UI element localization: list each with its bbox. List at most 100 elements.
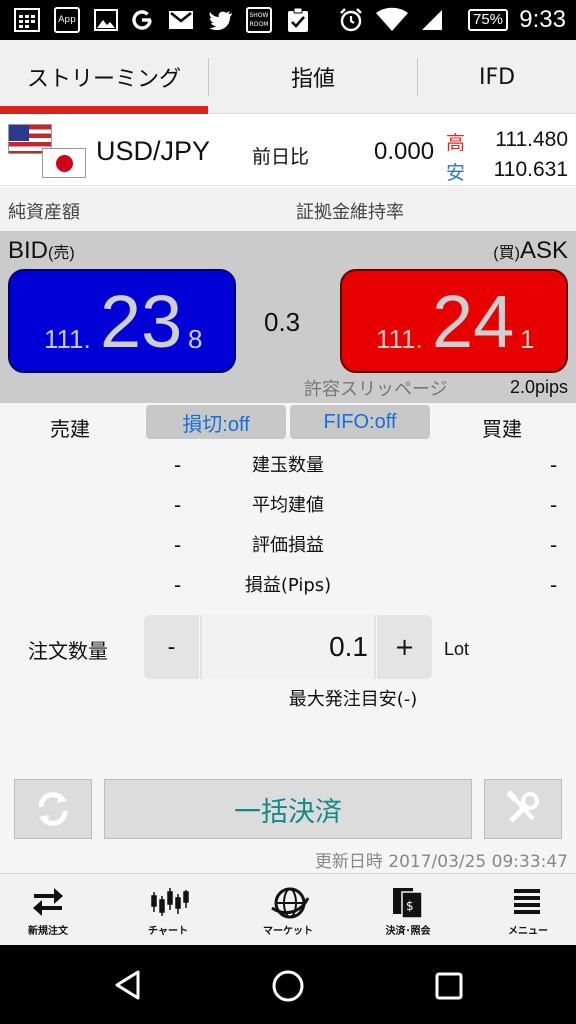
nav-label: メニュー xyxy=(508,926,548,937)
refresh-button[interactable] xyxy=(14,779,92,839)
buy-stat-value: - xyxy=(550,573,558,597)
nav-label: 新規注文 xyxy=(28,926,68,937)
stat-row: 損益(Pips) - - xyxy=(0,567,576,607)
high-label: 高 xyxy=(446,132,466,154)
tab-ifd[interactable]: IFD xyxy=(418,40,576,114)
globe-icon xyxy=(271,887,310,919)
tab-limit[interactable]: 指値 xyxy=(209,40,417,114)
alarm-icon xyxy=(338,7,364,33)
gmail-icon xyxy=(168,7,194,33)
max-order-estimate: 最大発注目安(-) xyxy=(288,689,418,710)
buy-stat-value: - xyxy=(550,533,558,557)
position-order-area: 売建 損切:off FIFO:off 買建 建玉数量 - - 平均建値 - - … xyxy=(0,403,576,873)
margin-ratio-label: 証拠金維持率 xyxy=(296,202,404,223)
tab-streaming[interactable]: ストリーミング xyxy=(0,40,208,114)
twitter-icon xyxy=(208,7,234,33)
slippage-value[interactable]: 2.0pips xyxy=(510,377,568,398)
settle-all-button[interactable]: 一括決済 xyxy=(104,779,472,839)
recent-apps-icon[interactable] xyxy=(434,971,464,1001)
stat-row: 建玉数量 - - xyxy=(0,447,576,487)
refresh-icon xyxy=(38,792,68,826)
nav-label: マーケット xyxy=(263,926,313,937)
sell-stat-value: - xyxy=(174,493,182,517)
tools-button[interactable] xyxy=(484,779,562,839)
stat-name: 評価損益 xyxy=(252,535,324,556)
quote-panel: BID(売) (買)ASK 111. 23 8 0.3 111. 24 1 許容… xyxy=(0,231,576,403)
stoploss-toggle[interactable]: 損切:off xyxy=(146,405,286,439)
sell-position-label: 売建 xyxy=(50,417,90,441)
stat-name: 建玉数量 xyxy=(252,455,324,476)
quantity-input[interactable]: 0.1 xyxy=(202,615,374,679)
showroom-icon: SHOW ROOM xyxy=(246,7,272,33)
battery-indicator: 75% xyxy=(468,9,508,31)
nav-label: 決済･照会 xyxy=(385,926,431,937)
back-icon[interactable] xyxy=(112,969,144,1001)
fifo-toggle[interactable]: FIFO:off xyxy=(290,405,430,439)
stat-name: 平均建値 xyxy=(252,495,324,516)
bid-rate-prefix: 111. xyxy=(44,324,91,354)
clock: 9:33 xyxy=(519,6,566,33)
quantity-increment-button[interactable]: + xyxy=(376,615,432,679)
prev-day-change-label: 前日比 xyxy=(252,146,310,168)
signal-icon xyxy=(420,7,444,33)
clipboard-check-icon xyxy=(286,7,310,33)
ask-rate-pips: 24 xyxy=(432,280,515,363)
bid-label: BID(売) xyxy=(8,237,75,264)
document-yen-icon: $ xyxy=(393,888,423,919)
wrench-screwdriver-icon xyxy=(506,790,539,823)
candlestick-icon xyxy=(151,888,189,916)
bid-rate-fraction: 8 xyxy=(188,324,203,354)
japan-flag-icon xyxy=(42,148,86,178)
asset-summary-row: 純資産額 証拠金維持率 xyxy=(0,187,576,231)
nav-label: チャート xyxy=(148,926,188,937)
calendar-grid-icon xyxy=(14,7,40,33)
svg-text:$: $ xyxy=(406,899,414,913)
system-navigation-bar xyxy=(0,945,576,1024)
nav-menu[interactable]: メニュー xyxy=(480,874,576,946)
status-bar: App SHOW ROOM 75% 9:33 xyxy=(0,0,576,40)
quantity-stepper: - 0.1 + xyxy=(144,615,432,679)
low-value: 110.631 xyxy=(493,158,568,181)
google-icon xyxy=(130,7,154,33)
currency-pair-row[interactable]: USD/JPY 前日比 0.000 高 安 111.480 110.631 xyxy=(0,116,576,186)
nav-chart[interactable]: チャート xyxy=(120,874,216,946)
prev-day-change-value: 0.000 xyxy=(374,138,435,165)
order-quantity-label: 注文数量 xyxy=(28,639,108,663)
tab-bar: ストリーミング 指値 IFD xyxy=(0,40,576,114)
sell-bid-button[interactable]: 111. 23 8 xyxy=(8,269,236,373)
buy-stat-value: - xyxy=(550,493,558,517)
ask-sub-label: (買) xyxy=(493,245,520,262)
stat-row: 評価損益 - - xyxy=(0,527,576,567)
bottom-navigation: 新規注文 チャート マーケット $ 決済･照会 メニュー xyxy=(0,873,576,945)
buy-ask-button[interactable]: 111. 24 1 xyxy=(340,269,568,373)
quantity-decrement-button[interactable]: - xyxy=(144,615,200,679)
menu-icon xyxy=(514,889,540,914)
active-tab-indicator xyxy=(0,106,208,114)
ask-rate-fraction: 1 xyxy=(520,324,535,354)
sell-stat-value: - xyxy=(174,453,182,477)
ask-label: (買)ASK xyxy=(493,237,568,264)
last-updated-timestamp: 更新日時 2017/03/25 09:33:47 xyxy=(314,852,568,872)
sell-stat-value: - xyxy=(174,533,182,557)
bid-sub-label: (売) xyxy=(48,245,75,262)
buy-stat-value: - xyxy=(550,453,558,477)
app-icon: App xyxy=(54,7,80,33)
high-value: 111.480 xyxy=(495,128,568,151)
home-icon[interactable] xyxy=(271,969,305,1003)
sell-stat-value: - xyxy=(174,573,182,597)
slippage-label: 許容スリッページ xyxy=(304,379,448,400)
image-icon xyxy=(94,7,118,33)
nav-market[interactable]: マーケット xyxy=(240,874,336,946)
quantity-unit: Lot xyxy=(444,639,470,659)
nav-settlement[interactable]: $ 決済･照会 xyxy=(360,874,456,946)
nav-new-order[interactable]: 新規注文 xyxy=(0,874,96,946)
bid-rate-pips: 23 xyxy=(100,280,183,363)
stat-name: 損益(Pips) xyxy=(244,575,332,596)
stat-row: 平均建値 - - xyxy=(0,487,576,527)
spread-value: 0.3 xyxy=(264,307,301,337)
wifi-icon xyxy=(376,7,408,33)
buy-position-label: 買建 xyxy=(482,417,522,441)
net-assets-label: 純資産額 xyxy=(8,202,80,223)
ask-rate-prefix: 111. xyxy=(376,324,423,354)
currency-pair-name: USD/JPY xyxy=(96,136,211,166)
